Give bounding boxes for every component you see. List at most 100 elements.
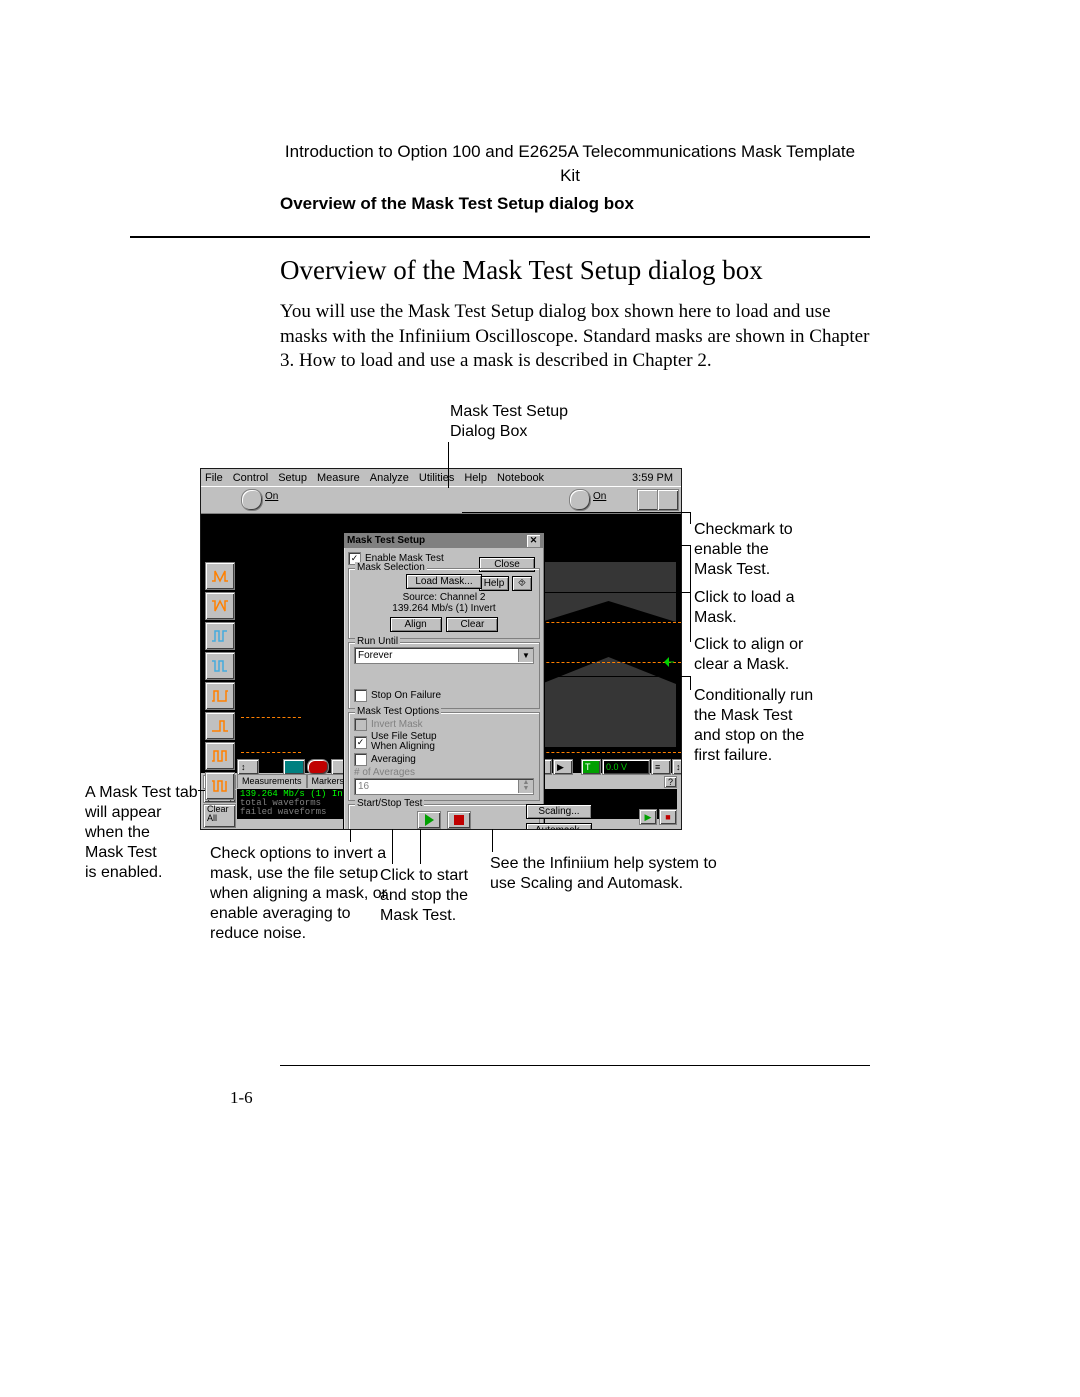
mask-test-setup-dialog: Mask Test Setup ✕ ✓ Enable Mask Test Clo… <box>343 532 545 830</box>
menu-measure[interactable]: Measure <box>317 472 360 484</box>
section-title: Overview of the Mask Test Setup dialog b… <box>280 255 763 286</box>
averages-label: # of Averages <box>354 767 534 778</box>
callout-right-1: Checkmark to enable the Mask Test. <box>694 520 793 580</box>
load-mask-button[interactable]: Load Mask... <box>406 574 481 589</box>
scroll-icon[interactable]: ↕ <box>672 759 682 775</box>
stop-test-button[interactable] <box>447 811 471 829</box>
waveform-button-7-icon[interactable] <box>205 742 235 770</box>
callout-right-4: Conditionally run the Mask Test and stop… <box>694 686 813 766</box>
close-icon[interactable]: ✕ <box>526 534 541 548</box>
trigger-value: 0.0 V <box>602 759 650 775</box>
checkmark-icon: ✓ <box>354 736 367 749</box>
source-line2: 139.264 Mb/s (1) Invert <box>354 603 534 614</box>
averages-value: 16 <box>358 781 369 792</box>
waveform-line-3 <box>241 717 301 719</box>
trigger-marker-icon <box>664 657 674 667</box>
menu-notebook[interactable]: Notebook <box>497 472 544 484</box>
rule-short <box>130 236 280 238</box>
on-label-left: On <box>265 491 278 502</box>
run-until-value: Forever <box>358 650 392 661</box>
checkbox-empty-icon <box>354 753 367 766</box>
menu-utilities[interactable]: Utilities <box>419 472 454 484</box>
stop-on-failure-label: Stop On Failure <box>371 690 441 701</box>
menubar: File Control Setup Measure Analyze Utili… <box>201 469 681 486</box>
toolbar: On On <box>201 486 681 514</box>
averaging-label: Averaging <box>371 754 416 765</box>
spinner-buttons-icon: ▲▼ <box>518 780 533 793</box>
waveform-button-2-icon[interactable] <box>205 592 235 620</box>
waveform-button-6-icon[interactable] <box>205 712 235 740</box>
page-number: 1-6 <box>230 1088 253 1108</box>
play-icon <box>425 814 434 826</box>
stop-small-icon[interactable]: ■ <box>659 809 677 825</box>
waveform-line-4 <box>241 752 301 754</box>
toolbar-button-a-icon[interactable] <box>637 489 659 511</box>
trigger-t-icon[interactable]: T <box>581 759 601 775</box>
scope-display: Mask Test Setup ✕ ✓ Enable Mask Test Clo… <box>201 514 681 794</box>
clear-all-button[interactable]: Clear All <box>203 804 236 828</box>
channel-knob-1-icon[interactable] <box>241 489 263 511</box>
waveform-button-8-icon[interactable] <box>205 772 235 800</box>
callout-right-2: Click to load a Mask. <box>694 588 795 628</box>
menu-setup[interactable]: Setup <box>278 472 307 484</box>
invert-mask-checkbox: Invert Mask <box>354 718 534 731</box>
source-label: Source: Channel 2 <box>354 592 534 603</box>
stop-on-failure-checkbox[interactable]: Stop On Failure <box>354 689 534 702</box>
options-legend: Mask Test Options <box>355 706 441 717</box>
use-file-setup-checkbox[interactable]: ✓ Use File Setup When Aligning <box>354 732 534 752</box>
chevron-down-icon: ▼ <box>518 649 533 662</box>
tab-measurements[interactable]: Measurements <box>237 774 307 788</box>
leader-r3v <box>690 592 691 642</box>
menu-help[interactable]: Help <box>464 472 487 484</box>
invert-mask-label: Invert Mask <box>371 719 423 730</box>
waveform-buttons <box>205 562 235 800</box>
run-icon[interactable]: ▶ <box>639 809 657 825</box>
waveform-button-4-icon[interactable] <box>205 652 235 680</box>
menu-file[interactable]: File <box>205 472 223 484</box>
callout-top: Mask Test Setup Dialog Box <box>450 402 568 442</box>
leader-r2v <box>690 545 691 593</box>
page-header: Introduction to Option 100 and E2625A Te… <box>280 140 860 215</box>
header-line1: Introduction to Option 100 and E2625A Te… <box>280 140 860 188</box>
on-label-right: On <box>593 491 606 502</box>
oscilloscope-window: File Control Setup Measure Analyze Utili… <box>200 468 682 830</box>
leader-r1v <box>690 512 691 524</box>
start-stop-group: Start/Stop Test Scaling... Automask... <box>348 804 540 830</box>
mask-region-bottom <box>541 657 676 747</box>
callout-bottom-2: Click to start and stop the Mask Test. <box>380 866 468 926</box>
toolbar-button-b-icon[interactable] <box>657 489 679 511</box>
menu-analyze[interactable]: Analyze <box>370 472 409 484</box>
waveform-line-5 <box>521 752 681 754</box>
checkbox-disabled-icon <box>354 718 367 731</box>
run-until-dropdown[interactable]: Forever ▼ <box>354 647 534 664</box>
color-button-red-icon[interactable] <box>307 759 329 775</box>
waveform-button-1-icon[interactable] <box>205 562 235 590</box>
clear-button[interactable]: Clear <box>446 617 498 632</box>
mask-test-options-group: Mask Test Options Invert Mask ✓ Use File… <box>348 712 540 801</box>
color-button-teal-icon[interactable] <box>283 759 305 775</box>
rule-long <box>280 236 870 238</box>
callout-bottom-3: See the Infiniium help system to use Sca… <box>490 854 717 894</box>
start-test-button[interactable] <box>417 811 441 829</box>
channel-knob-2-icon[interactable] <box>569 489 591 511</box>
align-button[interactable]: Align <box>390 617 442 632</box>
callout-right-3: Click to align or clear a Mask. <box>694 635 803 675</box>
scaling-button[interactable]: Scaling... <box>526 804 592 819</box>
waveform-line-1 <box>521 622 681 624</box>
waveform-button-3-icon[interactable] <box>205 622 235 650</box>
dialog-titlebar[interactable]: Mask Test Setup ✕ <box>344 533 544 548</box>
header-line2: Overview of the Mask Test Setup dialog b… <box>280 192 860 216</box>
callout-left: A Mask Test tab will appear when the Mas… <box>85 783 198 883</box>
automask-button[interactable]: Automask... <box>526 823 592 830</box>
arrow-right-icon[interactable]: ▶ <box>553 759 573 775</box>
start-stop-legend: Start/Stop Test <box>355 798 424 809</box>
run-until-group: Run Until Forever ▼ Stop On Failure <box>348 642 540 709</box>
use-file-setup-label: Use File Setup When Aligning <box>371 732 437 752</box>
waveform-button-5-icon[interactable] <box>205 682 235 710</box>
scroll-up-icon[interactable]: ↕ <box>237 759 259 775</box>
dialog-title: Mask Test Setup <box>347 535 425 546</box>
menu-control[interactable]: Control <box>233 472 268 484</box>
averaging-checkbox[interactable]: Averaging <box>354 753 534 766</box>
help-small-icon[interactable]: ? <box>664 776 677 788</box>
stepper-icon[interactable]: ≡ <box>651 759 671 775</box>
